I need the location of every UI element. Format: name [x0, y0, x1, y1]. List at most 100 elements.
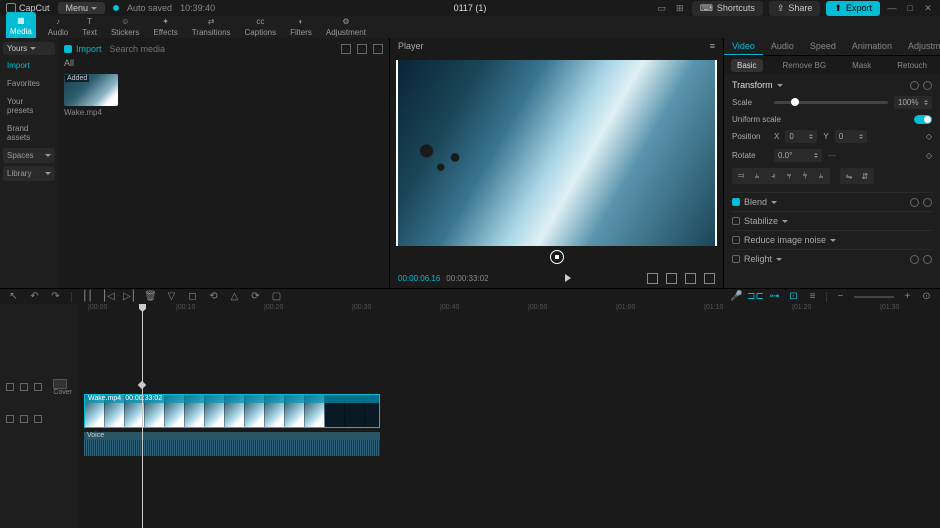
quality-icon[interactable]	[647, 273, 658, 284]
subtab-retouch[interactable]: Retouch	[891, 59, 933, 72]
keyframe-icon[interactable]: ◇	[926, 151, 932, 160]
tab-stickers[interactable]: ☺Stickers	[109, 14, 141, 38]
media-thumbnail[interactable]: Added Wake.mp4	[64, 74, 118, 117]
magnet-icon[interactable]: ⊐⊏	[750, 291, 761, 302]
noise-section[interactable]: Reduce image noise	[732, 230, 932, 249]
props-tab-animation[interactable]: Animation	[844, 38, 900, 55]
share-button[interactable]: ⇪Share	[769, 1, 821, 16]
sidebar-item-spaces[interactable]: Spaces	[3, 148, 55, 163]
preview-viewport[interactable]	[398, 60, 715, 246]
relight-section[interactable]: Relight	[732, 249, 932, 268]
close-button[interactable]: ✕	[922, 3, 934, 14]
layout-icon[interactable]: ▭	[656, 3, 668, 14]
reset-icon[interactable]	[910, 81, 919, 90]
layout2-icon[interactable]: ⊞	[674, 3, 686, 14]
props-tab-audio[interactable]: Audio	[763, 38, 802, 55]
mute-icon[interactable]	[34, 415, 42, 423]
marker-icon[interactable]: ▽	[166, 291, 177, 302]
tab-filters[interactable]: ◐Filters	[288, 14, 314, 38]
split-icon[interactable]: ⎮⎮	[82, 291, 93, 302]
flip-v-icon[interactable]: ⇵	[858, 170, 872, 182]
stop-button[interactable]	[550, 250, 564, 264]
subtab-removebg[interactable]: Remove BG	[777, 59, 833, 72]
resize-icon[interactable]	[685, 273, 696, 284]
play-button[interactable]	[565, 274, 571, 282]
flip-h-icon[interactable]: ⇋	[842, 170, 856, 182]
props-tab-adjustment[interactable]: Adjustment	[900, 38, 940, 55]
import-button[interactable]: Import	[64, 44, 102, 54]
audio-clip[interactable]: Voice	[84, 432, 380, 456]
subtab-mask[interactable]: Mask	[846, 59, 877, 72]
filter-icon[interactable]	[373, 44, 383, 54]
reset-icon[interactable]	[910, 255, 919, 264]
tab-effects[interactable]: ✦Effects	[151, 14, 179, 38]
mirror-icon[interactable]: △	[229, 291, 240, 302]
delete-left-icon[interactable]: ⎮◁	[103, 291, 114, 302]
sidebar-item-favorites[interactable]: Favorites	[3, 76, 55, 91]
lock-icon[interactable]	[6, 383, 14, 391]
reverse-icon[interactable]: ⟲	[208, 291, 219, 302]
time-ruler[interactable]: |00:00 |00:10 |00:20 |00:30 |00:40 |00:5…	[78, 304, 940, 314]
rotate-input[interactable]: 0.0°	[774, 149, 822, 162]
player-menu-icon[interactable]: ≡	[710, 41, 715, 51]
tab-adjustment[interactable]: ⚙Adjustment	[324, 14, 368, 38]
cover-button[interactable]: Cover	[53, 379, 72, 396]
delete-icon[interactable]: 🗑	[145, 291, 156, 302]
shortcuts-button[interactable]: ⌨Shortcuts	[692, 1, 763, 16]
align-center-v-icon[interactable]: ⫩	[798, 170, 812, 182]
sidebar-item-library[interactable]: Library	[3, 166, 55, 181]
align-right-icon[interactable]: ⫣	[766, 170, 780, 182]
zoom-out-icon[interactable]: −	[835, 291, 846, 302]
zoom-in-icon[interactable]: +	[902, 291, 913, 302]
zoom-slider[interactable]	[854, 296, 894, 298]
align-left-icon[interactable]: ⫤	[734, 170, 748, 182]
undo-icon[interactable]: ↶	[29, 291, 40, 302]
reset-icon[interactable]	[910, 198, 919, 207]
tracks-area[interactable]: |00:00 |00:10 |00:20 |00:30 |00:40 |00:5…	[78, 304, 940, 528]
freeze-icon[interactable]: ▢	[271, 291, 282, 302]
preview-icon[interactable]: ⊡	[788, 291, 799, 302]
preview-handle-right[interactable]	[713, 60, 717, 246]
minimize-button[interactable]: —	[886, 3, 898, 13]
lock-icon[interactable]	[6, 415, 14, 423]
align-top-icon[interactable]: ⫧	[782, 170, 796, 182]
eye-icon[interactable]	[20, 415, 28, 423]
sidebar-item-brand[interactable]: Brand assets	[3, 121, 55, 145]
props-tab-video[interactable]: Video	[724, 38, 763, 55]
crop-icon[interactable]: ◻	[187, 291, 198, 302]
subtab-basic[interactable]: Basic	[731, 59, 763, 72]
checkbox-icon[interactable]	[732, 236, 740, 244]
checkbox-icon[interactable]	[732, 255, 740, 263]
maximize-button[interactable]: □	[904, 3, 916, 13]
tab-text[interactable]: TText	[80, 14, 99, 38]
props-tab-speed[interactable]: Speed	[802, 38, 844, 55]
tab-media[interactable]: ▦Media	[6, 12, 36, 38]
position-x-input[interactable]: 0	[785, 130, 817, 143]
rotate-icon[interactable]: ⟳	[250, 291, 261, 302]
checkbox-icon[interactable]	[732, 217, 740, 225]
video-clip[interactable]: Wake.mp400:00:33:02	[84, 394, 380, 428]
playhead[interactable]	[142, 304, 143, 528]
sidebar-item-presets[interactable]: Your presets	[3, 94, 55, 118]
sidebar-yours-dropdown[interactable]: Yours	[3, 42, 55, 55]
redo-icon[interactable]: ↷	[50, 291, 61, 302]
position-y-input[interactable]: 0	[835, 130, 867, 143]
keyframe-icon[interactable]	[923, 255, 932, 264]
uniform-toggle[interactable]	[914, 115, 932, 124]
link-icon[interactable]: ⊶	[769, 291, 780, 302]
align-center-h-icon[interactable]: ⫨	[750, 170, 764, 182]
scale-slider[interactable]	[774, 101, 888, 104]
align-bottom-icon[interactable]: ⫨	[814, 170, 828, 182]
media-tab-all[interactable]: All	[64, 58, 74, 68]
fullscreen-icon[interactable]	[704, 273, 715, 284]
tab-audio[interactable]: ♪Audio	[46, 14, 70, 38]
search-input[interactable]	[110, 44, 333, 54]
blend-section[interactable]: Blend	[732, 192, 932, 211]
keyframe-icon[interactable]: ◇	[926, 132, 932, 141]
ratio-icon[interactable]	[666, 273, 677, 284]
pointer-icon[interactable]: ↖	[8, 291, 19, 302]
track-icon[interactable]: ≡	[807, 291, 818, 302]
mute-icon[interactable]	[34, 383, 42, 391]
eye-icon[interactable]	[20, 383, 28, 391]
sidebar-item-import[interactable]: Import	[3, 58, 55, 73]
